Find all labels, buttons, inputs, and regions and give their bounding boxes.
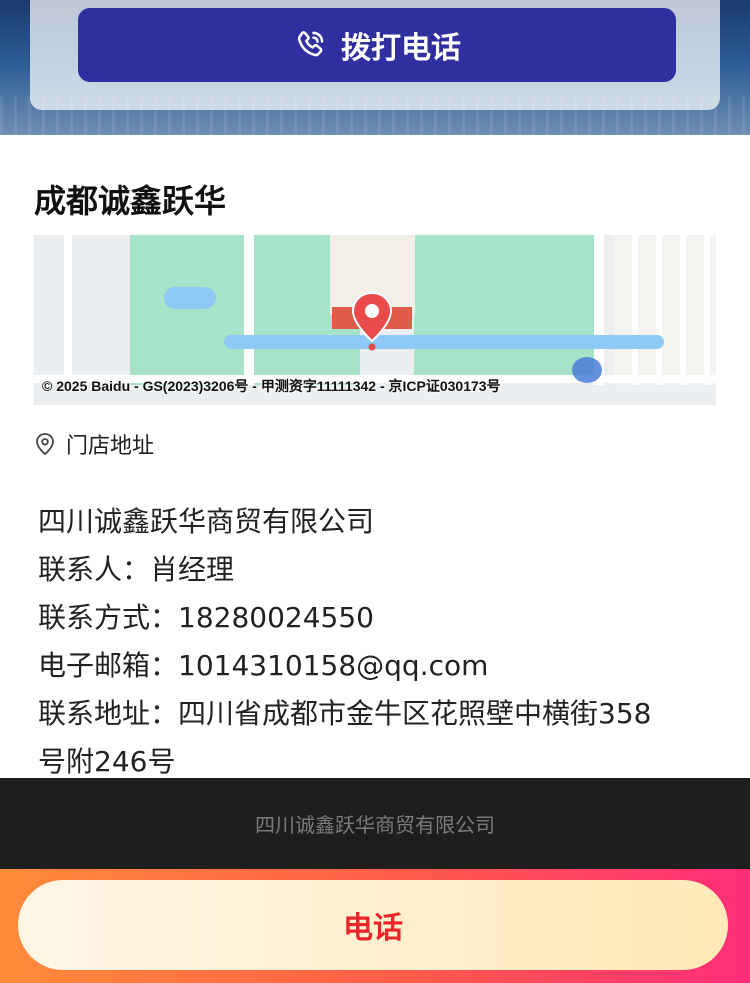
map-park-area (414, 235, 604, 375)
store-address-label: 门店地址 (66, 434, 155, 459)
map-city-blocks (614, 235, 716, 385)
map-copyright: © 2025 Baidu - GS(2023)3206号 - 甲测资字11111… (42, 378, 501, 394)
map-marker-icon (351, 291, 393, 351)
bottom-call-label: 电话 (343, 911, 403, 946)
map-lake (164, 287, 216, 309)
page-footer: 四川诚鑫跃华商贸有限公司 (0, 778, 750, 869)
bottom-call-button[interactable]: 电话 (18, 880, 728, 970)
bottom-call-bar: 电话 (0, 869, 750, 983)
company-info: 四川诚鑫跃华商贸有限公司 联系人：肖经理 联系方式：18280024550 电子… (38, 498, 738, 786)
store-map[interactable]: © 2025 Baidu - GS(2023)3206号 - 甲测资字11111… (34, 235, 716, 405)
map-road (64, 235, 72, 385)
location-pin-icon (36, 433, 54, 456)
contact-email[interactable]: 电子邮箱：1014310158@qq.com (38, 642, 738, 690)
contact-phone[interactable]: 联系方式：18280024550 (38, 594, 738, 642)
map-metro-icon (572, 357, 602, 383)
phone-icon (297, 31, 324, 57)
dial-phone-button[interactable]: 拨打电话 (78, 8, 676, 82)
contact-person: 联系人：肖经理 (38, 553, 235, 586)
map-river (224, 335, 664, 349)
store-address-heading: 门店地址 (34, 428, 154, 460)
hero-banner: 拨打电话 (0, 0, 750, 135)
dial-phone-label: 拨打电话 (341, 31, 461, 66)
store-name: 成都诚鑫跃华 (34, 182, 227, 220)
map-road (244, 235, 254, 385)
footer-company-name: 四川诚鑫跃华商贸有限公司 (255, 813, 495, 837)
contact-address-line1: 联系地址：四川省成都市金牛区花照壁中横街358 (38, 697, 652, 730)
company-name: 四川诚鑫跃华商贸有限公司 (38, 505, 375, 538)
